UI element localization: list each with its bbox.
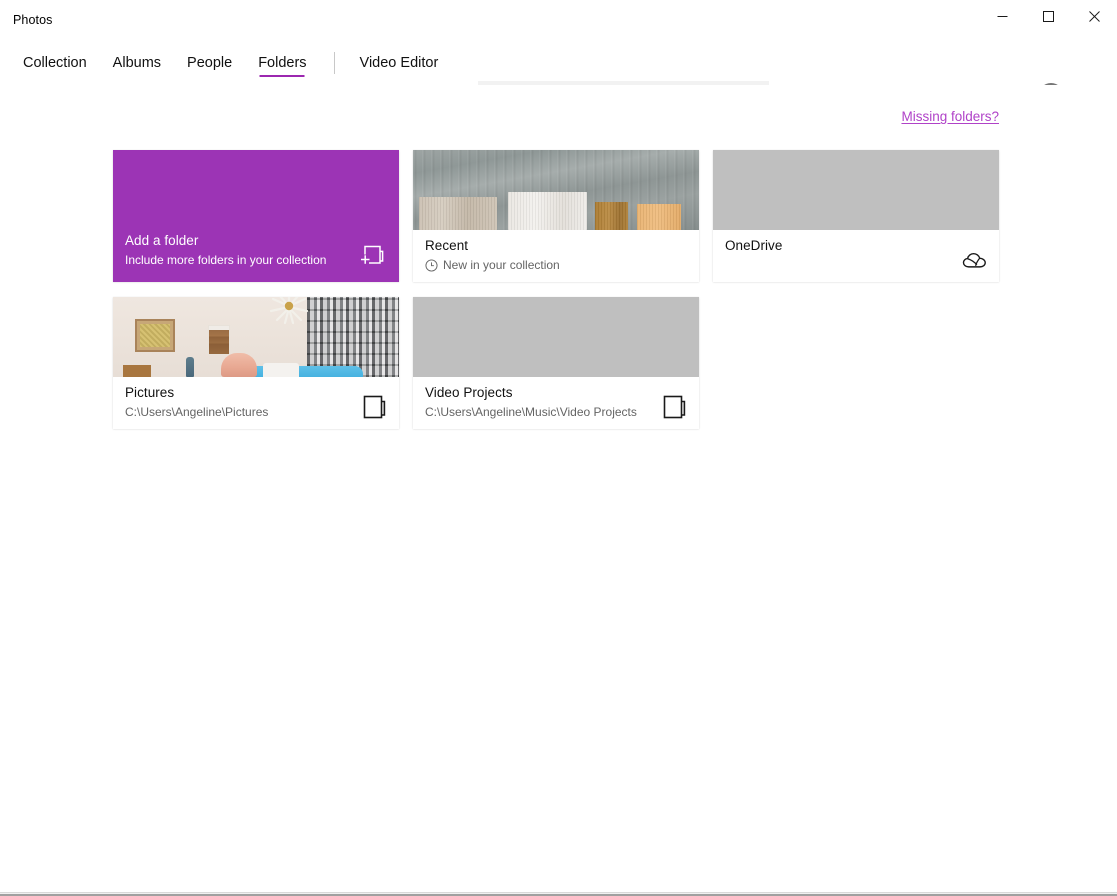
minimize-button[interactable]	[979, 0, 1025, 32]
tile-subtitle-recent-row: New in your collection	[425, 258, 687, 273]
tab-video-editor[interactable]: Video Editor	[347, 40, 452, 85]
tile-body-pictures: Pictures C:\Users\Angeline\Pictures	[113, 377, 399, 429]
tile-title-recent: Recent	[425, 238, 469, 253]
tab-people[interactable]: People	[174, 40, 245, 85]
tab-collection[interactable]: Collection	[10, 40, 100, 85]
wall-art-2	[208, 325, 230, 355]
missing-folders-link[interactable]: Missing folders?	[901, 109, 999, 124]
wood-sample-4	[637, 204, 681, 230]
tile-thumbnail-recent	[413, 150, 699, 230]
tile-title-add-folder: Add a folder	[125, 233, 199, 249]
minimize-icon	[997, 15, 1007, 17]
missing-folders-row: Missing folders?	[901, 108, 999, 126]
tile-thumbnail-onedrive	[713, 150, 999, 230]
add-folder-icon	[361, 245, 384, 264]
room-window-blinds	[307, 297, 399, 377]
folders-grid: Add a folder Include more folders in you…	[113, 150, 1013, 429]
maximize-button[interactable]	[1025, 0, 1071, 32]
wood-sample-3	[595, 202, 628, 230]
title-bar: Photos	[0, 0, 1117, 40]
navigation-bar: Collection Albums People Folders Video E…	[0, 40, 1117, 111]
tile-subtitle-video-projects: C:\Users\Angeline\Music\Video Projects	[425, 404, 637, 419]
app-title: Photos	[13, 13, 53, 27]
wall-art-1	[135, 319, 175, 352]
tile-recent[interactable]: Recent New in your collection	[413, 150, 699, 282]
decor-vase	[186, 357, 194, 377]
maximize-icon	[1042, 10, 1054, 22]
close-icon	[1088, 10, 1100, 22]
content-area: Missing folders? Add a folder Include mo…	[0, 85, 1117, 896]
tile-body-recent: Recent New in your collection	[413, 230, 699, 282]
tile-body-video-projects: Video Projects C:\Users\Angeline\Music\V…	[413, 377, 699, 429]
tile-subtitle-add-folder: Include more folders in your collection	[125, 253, 327, 267]
tile-pictures[interactable]: Pictures C:\Users\Angeline\Pictures	[113, 297, 399, 429]
decor-chair	[221, 353, 257, 377]
wood-sample-2	[508, 192, 587, 230]
tile-title-onedrive: OneDrive	[725, 238, 783, 253]
tab-folders[interactable]: Folders	[245, 40, 319, 85]
folder-icon	[663, 395, 686, 419]
tile-title-video-projects: Video Projects	[425, 385, 513, 400]
decor-cabinet	[123, 365, 151, 377]
cloud-icon	[962, 252, 986, 268]
tab-albums[interactable]: Albums	[100, 40, 174, 85]
decor-table	[263, 363, 299, 377]
tile-add-folder[interactable]: Add a folder Include more folders in you…	[113, 150, 399, 282]
add-folder-text: Add a folder Include more folders in you…	[125, 233, 387, 268]
clock-icon	[425, 259, 438, 272]
close-button[interactable]	[1071, 0, 1117, 32]
wood-sample-1	[419, 197, 497, 230]
tile-thumbnail-pictures	[113, 297, 399, 377]
nav-divider	[333, 51, 335, 74]
window-controls	[979, 0, 1117, 32]
status-bar	[0, 892, 1117, 896]
decor-bed	[243, 366, 363, 377]
tile-thumbnail-video-projects	[413, 297, 699, 377]
tile-subtitle-recent: New in your collection	[443, 257, 560, 272]
tile-onedrive[interactable]: OneDrive	[713, 150, 999, 282]
tile-subtitle-pictures: C:\Users\Angeline\Pictures	[125, 404, 269, 419]
folder-icon	[363, 395, 386, 419]
chandelier-icon	[269, 297, 309, 325]
tile-title-pictures: Pictures	[125, 385, 175, 400]
tile-video-projects[interactable]: Video Projects C:\Users\Angeline\Music\V…	[413, 297, 699, 429]
tile-body-onedrive: OneDrive	[713, 230, 999, 282]
nav-tabs: Collection Albums People Folders Video E…	[10, 40, 451, 85]
